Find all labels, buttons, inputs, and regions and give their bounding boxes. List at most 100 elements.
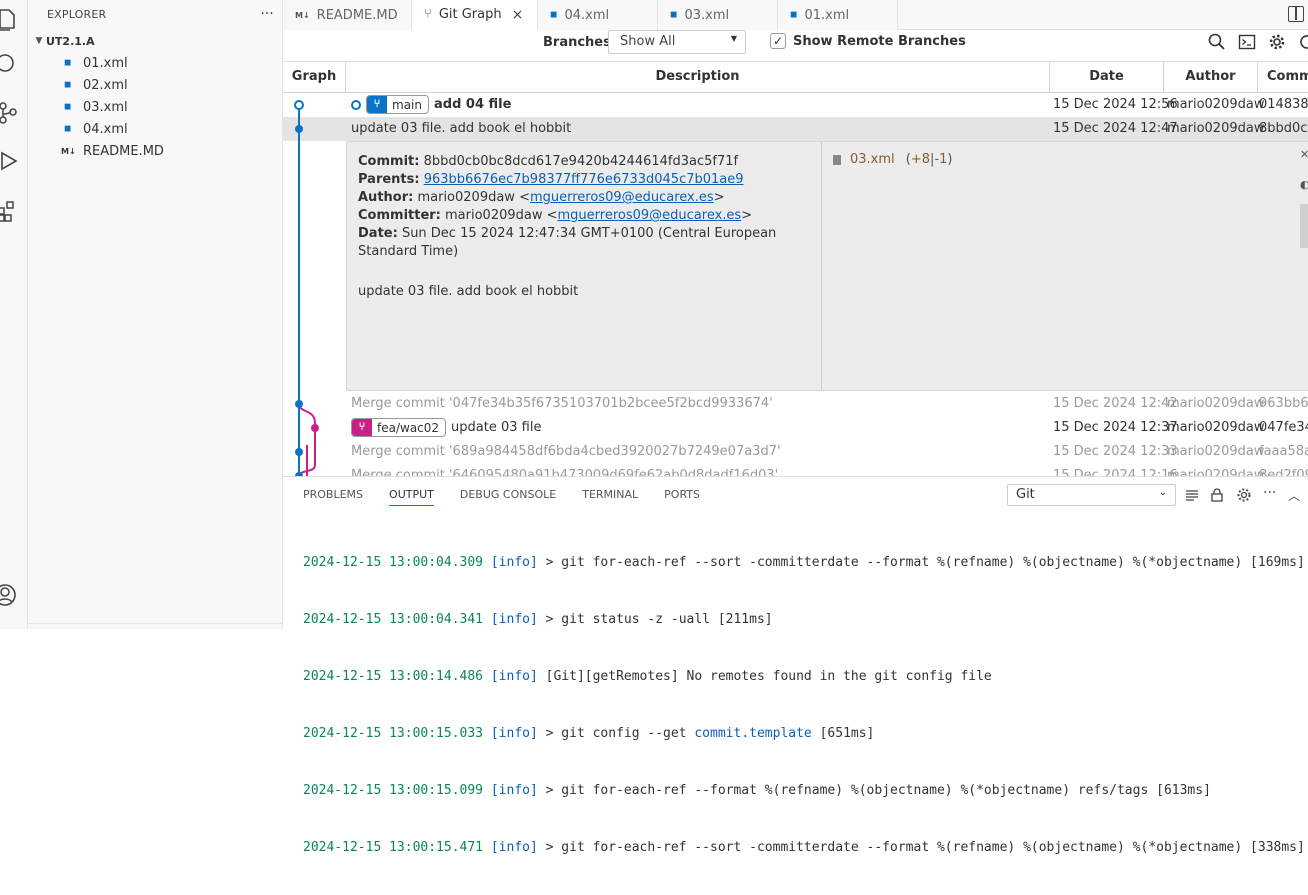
chevron-up-icon[interactable]: ︿ — [1288, 487, 1304, 503]
file-label: 01.xml — [83, 55, 128, 71]
file-stats: (+8|-1) — [906, 152, 953, 167]
log-timestamp: 2024-12-15 13:00:15.099 — [303, 783, 484, 798]
table-row[interactable]: update 03 file. add book el hobbit 15 De… — [283, 117, 1308, 141]
tab-output[interactable]: OUTPUT — [389, 488, 434, 506]
branch-badge-fea-wac02[interactable]: ⑂ fea/wac02 — [351, 418, 447, 437]
close-icon[interactable]: × — [512, 7, 524, 23]
commit-date: 15 Dec 2024 12:56 — [1053, 97, 1178, 112]
commit-node[interactable] — [295, 125, 303, 133]
output-channel-select[interactable]: Git ⌄ — [1007, 484, 1176, 506]
more-actions-icon[interactable]: ··· — [252, 6, 282, 22]
tab-git-graph[interactable]: ⑂ Git Graph × — [412, 0, 538, 30]
commit-description: ⑂ main add 04 file — [351, 95, 511, 114]
commit-message: update 03 file — [451, 420, 542, 435]
parent-hash-link[interactable]: 963bb6676ec7b98377ff776e6733d045c7b01ae9 — [424, 172, 744, 187]
xml-icon: ◼ — [550, 10, 558, 20]
branch-badge-main[interactable]: ⑂ main — [366, 95, 429, 114]
tab-04-xml[interactable]: ◼ 04.xml — [538, 0, 658, 30]
commit-list: ⑂ main add 04 file 15 Dec 2024 12:56 mario… — [283, 93, 1308, 476]
log-message: > git config --get — [537, 726, 695, 741]
file-01-xml[interactable]: ◼ 01.xml — [28, 52, 282, 74]
commit-node[interactable] — [295, 448, 303, 456]
commit-hash: 047fe34b — [1259, 420, 1308, 435]
branches-dropdown[interactable]: Show All ▼ — [608, 30, 746, 54]
commit-author: mario0209daw — [1167, 396, 1265, 411]
commit-hash-full: 8bbd0cb0bc8dcd617e9420b4244614fd3ac5f71f — [423, 154, 739, 169]
output-channel-value: Git — [1016, 487, 1035, 502]
folder-ut21a[interactable]: ▼ UT2.1.A — [28, 30, 282, 52]
tab-terminal[interactable]: TERMINAL — [582, 488, 638, 506]
file-deletions: -1 — [934, 152, 948, 167]
files-icon[interactable] — [0, 6, 20, 32]
git-graph-toolbar: Branches: Show All ▼ ✓ Show Remote Branc… — [283, 30, 1308, 60]
commit-date: 15 Dec 2024 12:47 — [1053, 121, 1178, 136]
tab-03-xml[interactable]: ◼ 03.xml — [658, 0, 778, 30]
commit-node[interactable] — [294, 100, 304, 110]
column-author[interactable]: Author — [1164, 62, 1258, 93]
tab-problems[interactable]: PROBLEMS — [303, 488, 363, 506]
commit-details-panel: Commit: 8bbd0cb0bc8dcd617e9420b4244614fd… — [346, 141, 1308, 391]
split-editor-icon[interactable] — [1288, 6, 1304, 22]
file-readme-md[interactable]: M↓ README.MD — [28, 140, 282, 162]
show-remote-label: Show Remote Branches — [793, 33, 966, 49]
log-timestamp: 2024-12-15 13:00:15.471 — [303, 840, 484, 855]
show-remote-branches[interactable]: ✓ Show Remote Branches — [770, 33, 966, 49]
markdown-icon: M↓ — [295, 10, 310, 20]
table-row[interactable]: Merge commit '689a984458df6bda4cbed39200… — [283, 440, 1308, 464]
lock-icon[interactable] — [1209, 487, 1225, 503]
table-row[interactable]: ⑂ main add 04 file 15 Dec 2024 12:56 mario… — [283, 93, 1308, 117]
committer-email-link[interactable]: mguerreros09@educarex.es — [558, 208, 742, 223]
tab-readme[interactable]: M↓ README.MD — [283, 0, 412, 30]
find-icon[interactable] — [1208, 33, 1226, 51]
changed-file[interactable]: 03.xml (+8|-1) — [833, 152, 952, 167]
table-row[interactable]: Merge commit '646095480a91b473009d69fe62… — [283, 464, 1308, 476]
table-row[interactable]: ⑂ fea/wac02 update 03 file 15 Dec 2024 12:… — [283, 416, 1308, 440]
column-commit[interactable]: Comm — [1258, 62, 1308, 93]
author-email-link[interactable]: mguerreros09@educarex.es — [530, 190, 714, 205]
view-toggle-icon[interactable]: ◐ — [1300, 178, 1308, 191]
log-timestamp: 2024-12-15 13:00:04.309 — [303, 555, 484, 570]
log-timestamp: 2024-12-15 13:00:04.341 — [303, 612, 484, 627]
log-message: > git for-each-ref --sort -committerdate… — [537, 840, 1305, 855]
file-03-xml[interactable]: ◼ 03.xml — [28, 96, 282, 118]
author-name: mario0209daw < — [417, 190, 530, 205]
filter-list-icon[interactable] — [1184, 487, 1200, 503]
account-icon[interactable] — [0, 582, 20, 608]
log-message: > git for-each-ref --sort -committerdate… — [537, 555, 1305, 570]
terminal-icon[interactable] — [1238, 33, 1256, 51]
tab-debug-console[interactable]: DEBUG CONSOLE — [460, 488, 556, 506]
branch-icon: ⑂ — [352, 419, 372, 436]
extensions-icon[interactable] — [0, 198, 20, 224]
column-description[interactable]: Description — [346, 62, 1050, 93]
file-stats-close: ) — [947, 152, 953, 167]
bottom-panel: PROBLEMS OUTPUT DEBUG CONSOLE TERMINAL P… — [283, 476, 1308, 855]
file-04-xml[interactable]: ◼ 04.xml — [28, 118, 282, 140]
file-label: 04.xml — [83, 121, 128, 137]
show-remote-checkbox[interactable]: ✓ — [770, 33, 786, 49]
gear-icon[interactable] — [1236, 487, 1252, 503]
column-date[interactable]: Date — [1050, 62, 1164, 93]
committer-close: > — [741, 208, 753, 223]
commit-node[interactable] — [295, 400, 303, 408]
file-02-xml[interactable]: ◼ 02.xml — [28, 74, 282, 96]
settings-gear-icon[interactable] — [1268, 33, 1286, 51]
commit-label: Commit: — [358, 154, 420, 169]
resize-handle[interactable] — [1300, 204, 1308, 248]
close-details-icon[interactable]: ✕ — [1300, 148, 1308, 161]
commit-node[interactable] — [311, 424, 319, 432]
refresh-icon[interactable] — [1298, 33, 1308, 51]
chevron-down-icon: ▼ — [730, 34, 737, 43]
author-label: Author: — [358, 190, 414, 205]
source-control-icon[interactable] — [0, 100, 20, 126]
run-debug-icon[interactable] — [0, 148, 20, 174]
table-row[interactable]: Merge commit '047fe34b35f6735103701b2bce… — [283, 392, 1308, 416]
commit-author: mario0209daw — [1167, 444, 1265, 459]
log-level: [info] — [490, 726, 538, 741]
tab-01-xml[interactable]: ◼ 01.xml — [778, 0, 898, 30]
column-graph[interactable]: Graph — [283, 62, 346, 93]
tab-ports[interactable]: PORTS — [664, 488, 700, 506]
parents-label: Parents: — [358, 172, 420, 187]
branch-name: main — [392, 97, 422, 112]
search-icon[interactable] — [0, 52, 20, 78]
more-actions-icon[interactable]: ··· — [1263, 486, 1279, 503]
